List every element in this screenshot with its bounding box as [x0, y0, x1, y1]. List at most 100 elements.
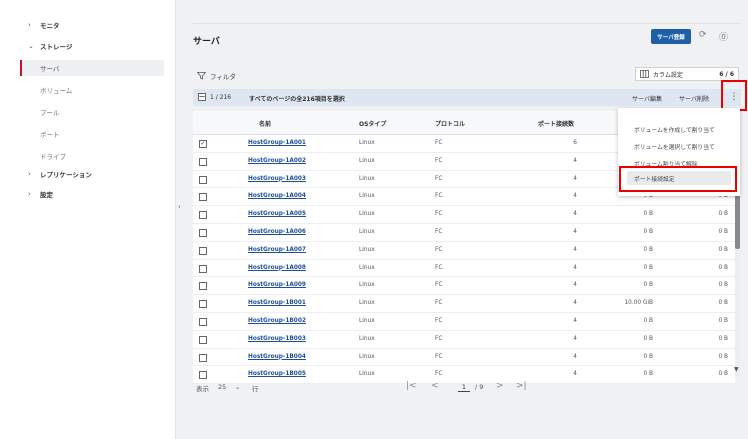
row-checkbox[interactable]: [199, 246, 207, 255]
menu-item-select-assign-volume[interactable]: ボリュームを選択して割り当て: [618, 139, 740, 153]
table-row[interactable]: HostGroup-1A006 Linux FC 4 0 B 0 B: [193, 223, 735, 242]
server-name-link[interactable]: HostGroup-1A002: [248, 158, 306, 164]
row-checkbox[interactable]: [199, 175, 207, 184]
table-row[interactable]: HostGroup-1B004 Linux FC 4 0 B 0 B: [193, 348, 735, 367]
sidebar-collapse-icon[interactable]: ‹: [178, 203, 181, 211]
page-number-input[interactable]: 1: [458, 383, 470, 392]
columns-icon: [640, 70, 649, 78]
server-name-link[interactable]: HostGroup-1B001: [248, 300, 306, 306]
row-checkbox[interactable]: [199, 157, 207, 166]
nav-storage[interactable]: ⌄ ストレージ: [0, 38, 176, 54]
capacity-cell: 0 B: [643, 211, 653, 218]
prev-page-icon[interactable]: <: [431, 381, 439, 391]
os-type-cell: Linux: [359, 282, 375, 289]
server-name-link[interactable]: HostGroup-1B005: [248, 371, 306, 377]
sidebar: › モニタ ⌄ ストレージ サーバ ボリューム プール ポート ドライブ › レ…: [0, 0, 176, 439]
row-checkbox[interactable]: [199, 228, 207, 237]
row-checkbox[interactable]: [199, 353, 207, 362]
capacity-cell: 0 B: [643, 317, 653, 324]
chevron-right-icon: ›: [28, 21, 31, 29]
nav-replication-label: レプリケーション: [40, 171, 92, 179]
menu-item-port-connection-settings[interactable]: ポート接続設定: [627, 171, 731, 185]
table-row[interactable]: HostGroup-1B005 Linux FC 4 0 B 0 B: [193, 366, 735, 385]
scroll-down-icon[interactable]: ▼: [734, 366, 739, 373]
protocol-cell: FC: [435, 264, 443, 271]
refresh-icon[interactable]: ⟳: [699, 30, 707, 40]
sidebar-item-drive[interactable]: ドライブ: [20, 148, 164, 164]
sidebar-item-volume[interactable]: ボリューム: [20, 82, 164, 98]
per-page-select[interactable]: 25: [218, 383, 226, 391]
menu-item-create-assign-volume[interactable]: ボリュームを作成して割り当て: [618, 122, 740, 136]
server-name-link[interactable]: HostGroup-1B003: [248, 336, 306, 342]
table-row[interactable]: HostGroup-1A009 Linux FC 4 0 B 0 B: [193, 277, 735, 296]
help-icon[interactable]: ⓪: [719, 30, 728, 43]
protocol-cell: FC: [435, 371, 443, 378]
capacity-cell: 0 B: [718, 300, 728, 307]
server-name-link[interactable]: HostGroup-1A007: [248, 247, 306, 253]
row-checkbox[interactable]: [199, 371, 207, 380]
table-row[interactable]: HostGroup-1A005 Linux FC 4 0 B 0 B: [193, 206, 735, 224]
server-name-link[interactable]: HostGroup-1B004: [248, 354, 306, 360]
column-settings-button[interactable]: カラム設定 6 / 6: [635, 67, 739, 81]
select-toggle-checkbox[interactable]: −: [198, 92, 206, 101]
row-checkbox[interactable]: [199, 282, 207, 291]
server-name-link[interactable]: HostGroup-1A006: [248, 229, 306, 235]
nav-settings[interactable]: › 設定: [0, 186, 176, 202]
protocol-cell: FC: [435, 282, 443, 289]
chevron-down-icon[interactable]: ⌄: [235, 383, 240, 391]
row-checkbox[interactable]: ✓: [199, 140, 207, 148]
os-type-cell: Linux: [359, 228, 375, 235]
os-type-cell: Linux: [359, 264, 375, 271]
capacity-cell: 0 B: [643, 228, 653, 235]
sidebar-item-port[interactable]: ポート: [20, 126, 164, 142]
row-checkbox[interactable]: [199, 264, 207, 273]
table-row[interactable]: HostGroup-1A007 Linux FC 4 0 B 0 B: [193, 241, 735, 260]
next-page-icon[interactable]: >: [496, 381, 504, 391]
server-name-link[interactable]: HostGroup-1A009: [248, 282, 306, 288]
more-actions-icon[interactable]: ⋮: [728, 87, 740, 107]
delete-server-button[interactable]: サーバ削除: [679, 94, 709, 103]
port-count-cell: 4: [573, 282, 577, 289]
table-row[interactable]: HostGroup-1B003 Linux FC 4 0 B 0 B: [193, 330, 735, 349]
server-name-link[interactable]: HostGroup-1A001: [248, 140, 306, 146]
col-port-connections[interactable]: ポート接続数: [538, 119, 574, 128]
table-row[interactable]: HostGroup-1B002 Linux FC 4 0 B 0 B: [193, 312, 735, 331]
nav-replication[interactable]: › レプリケーション: [0, 166, 176, 182]
server-name-link[interactable]: HostGroup-1B002: [248, 318, 306, 324]
capacity-cell: 0 B: [718, 228, 728, 235]
protocol-cell: FC: [435, 193, 443, 200]
last-page-icon[interactable]: >|: [516, 381, 527, 391]
server-name-link[interactable]: HostGroup-1A005: [248, 211, 306, 217]
capacity-cell: 0 B: [643, 335, 653, 342]
os-type-cell: Linux: [359, 175, 375, 182]
protocol-cell: FC: [435, 300, 443, 307]
port-count-cell: 4: [573, 353, 577, 360]
first-page-icon[interactable]: |<: [406, 381, 417, 391]
scrollbar-thumb[interactable]: [735, 193, 740, 249]
table-row[interactable]: HostGroup-1A008 Linux FC 4 0 B 0 B: [193, 259, 735, 278]
os-type-cell: Linux: [359, 140, 375, 146]
row-checkbox[interactable]: [199, 300, 207, 309]
menu-item-unassign-volume[interactable]: ボリューム割り当て解除: [618, 156, 740, 170]
server-name-link[interactable]: HostGroup-1A008: [248, 265, 306, 271]
filter-button[interactable]: フィルタ: [197, 71, 236, 81]
sidebar-item-pool[interactable]: プール: [20, 104, 164, 120]
os-type-cell: Linux: [359, 246, 375, 253]
col-protocol[interactable]: プロトコル: [435, 119, 465, 128]
row-checkbox[interactable]: [199, 211, 207, 220]
sidebar-item-server[interactable]: サーバ: [20, 60, 164, 76]
col-name[interactable]: 名前: [259, 119, 271, 128]
server-name-link[interactable]: HostGroup-1A003: [248, 176, 306, 182]
row-checkbox[interactable]: [199, 193, 207, 202]
server-name-link[interactable]: HostGroup-1A004: [248, 193, 306, 199]
protocol-cell: FC: [435, 211, 443, 218]
edit-server-button[interactable]: サーバ編集: [632, 94, 662, 103]
nav-monitor[interactable]: › モニタ: [0, 17, 176, 33]
table-row[interactable]: HostGroup-1B001 Linux FC 4 10.00 GiB 0 B: [193, 295, 735, 313]
capacity-cell: 0 B: [643, 371, 653, 378]
col-os-type[interactable]: OSタイプ: [359, 119, 386, 128]
select-all-link[interactable]: すべてのページの全216項目を選択: [249, 94, 345, 103]
register-server-button[interactable]: サーバ登録: [651, 29, 691, 44]
row-checkbox[interactable]: [199, 317, 207, 326]
row-checkbox[interactable]: [199, 335, 207, 344]
